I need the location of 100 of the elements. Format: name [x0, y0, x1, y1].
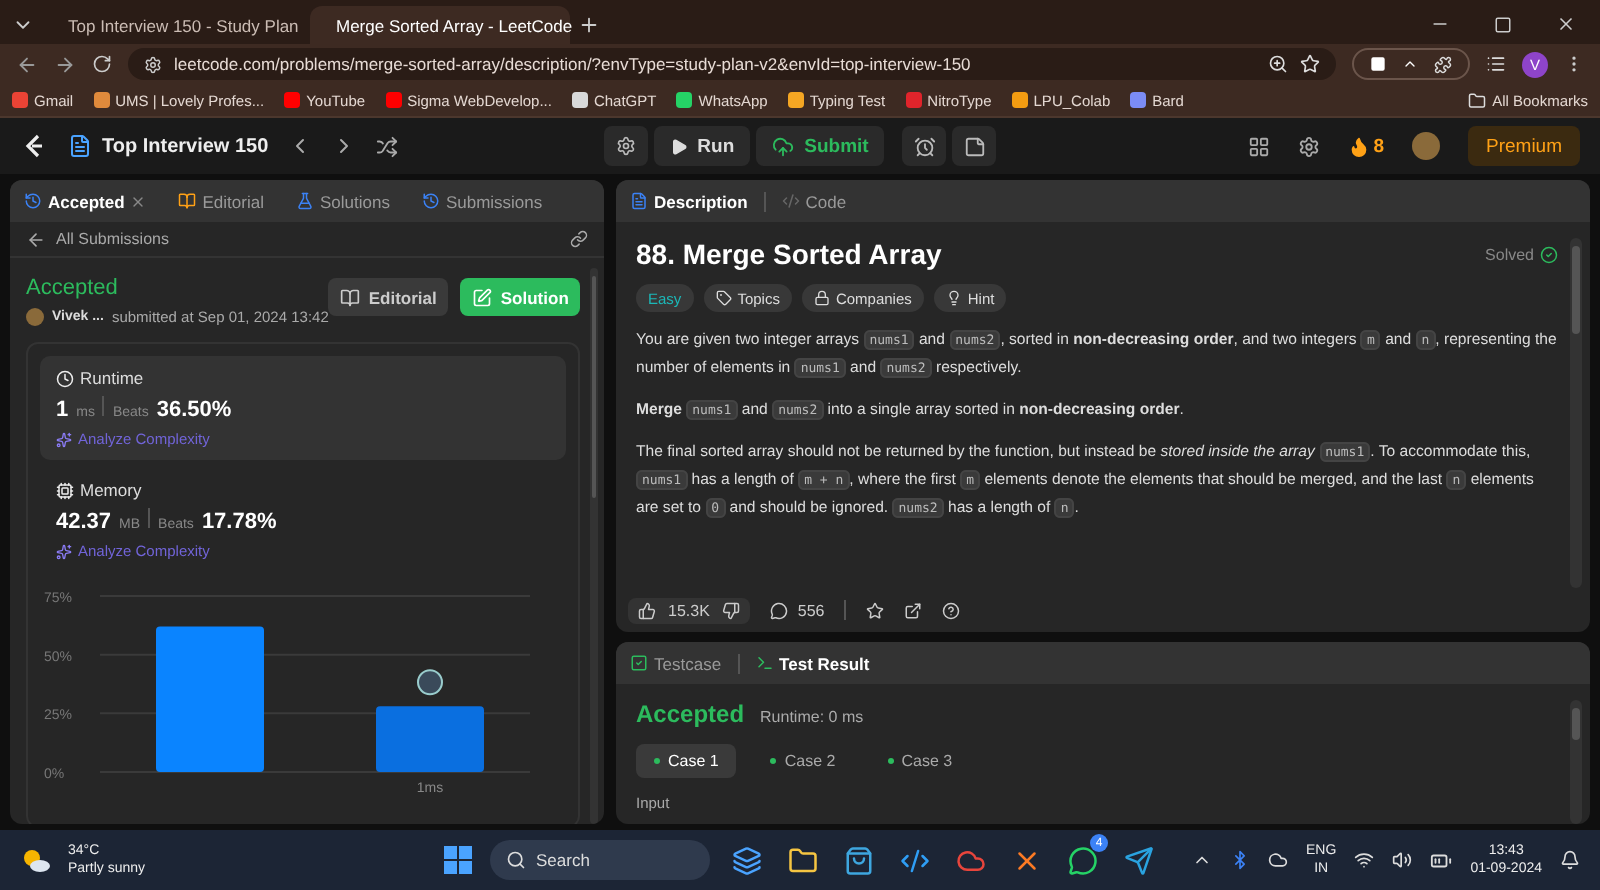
back-icon[interactable]: [16, 53, 38, 75]
problem-list-title[interactable]: Top Interview 150: [102, 135, 269, 157]
weather-icon[interactable]: [20, 846, 52, 874]
avatar-icon: [417, 669, 443, 696]
battery-icon[interactable]: [1430, 849, 1453, 871]
reading-list-icon[interactable]: [1486, 54, 1506, 74]
grid-icon[interactable]: [1247, 135, 1270, 157]
like-icon[interactable]: [638, 601, 656, 619]
zoom-icon[interactable]: [1268, 54, 1288, 74]
comment-icon[interactable]: [769, 601, 788, 619]
tab-icon: [178, 192, 197, 210]
scrollbar[interactable]: [1570, 700, 1582, 824]
run-button[interactable]: Run: [653, 126, 751, 166]
bell-icon[interactable]: [1560, 850, 1580, 870]
windows-start-icon[interactable]: [442, 844, 474, 876]
sparkles-icon: [56, 431, 72, 447]
notes-button[interactable]: [952, 126, 997, 166]
upload-icon: [772, 135, 795, 157]
panel-tab[interactable]: Code: [781, 191, 847, 211]
panel-tab[interactable]: Testcase: [630, 653, 722, 673]
browser-tab[interactable]: Top Interview 150 - Study Plan: [42, 6, 302, 44]
forward-icon[interactable]: [54, 53, 76, 75]
tab-icon: [781, 192, 800, 210]
timer-button[interactable]: [902, 126, 947, 166]
tab-icon: [421, 192, 440, 210]
dislike-icon[interactable]: [721, 601, 740, 619]
case-tab[interactable]: Case 1: [636, 744, 737, 778]
back-icon[interactable]: [26, 229, 46, 249]
play-icon: [669, 137, 688, 155]
search-icon: [506, 850, 526, 870]
tab-icon: [24, 192, 42, 210]
clock-icon: [56, 369, 74, 387]
result-status: Accepted: [636, 700, 745, 728]
editorial-button[interactable]: Editorial: [328, 278, 449, 316]
note-icon: [963, 135, 986, 157]
stat-value: 42.37: [56, 510, 112, 534]
case-tab[interactable]: Case 3: [869, 744, 971, 778]
tab-icon: [630, 192, 648, 210]
alarm-clock-icon: [913, 135, 936, 157]
wifi-icon[interactable]: [1354, 850, 1375, 870]
premium-button[interactable]: Premium: [1468, 126, 1581, 166]
app-icon: [1123, 845, 1153, 875]
panel-tab[interactable]: Description: [630, 191, 748, 211]
close-icon[interactable]: [1556, 14, 1576, 34]
chart-bar: [376, 706, 484, 772]
scrollbar[interactable]: [1570, 238, 1582, 588]
help-icon[interactable]: [942, 601, 961, 619]
list-icon[interactable]: [68, 134, 92, 158]
problem-title: 88. Merge Sorted Array: [636, 238, 942, 270]
submission-status: Accepted: [26, 276, 118, 300]
browser-tab[interactable]: Merge Sorted Array - LeetCode: [310, 6, 570, 44]
app-icon: [843, 845, 873, 875]
taskbar-search[interactable]: Search: [490, 840, 710, 880]
solved-status: Solved: [1485, 245, 1534, 263]
cloud-icon[interactable]: [1268, 850, 1289, 870]
app-icon: [787, 845, 817, 875]
panel-tab[interactable]: Test Result: [755, 653, 870, 673]
case-tab[interactable]: Case 2: [752, 744, 854, 778]
link-icon[interactable]: [570, 230, 588, 248]
maximize-icon[interactable]: [1494, 15, 1512, 33]
tab-icon: [295, 192, 314, 210]
app-icon: [955, 845, 985, 875]
all-submissions-link[interactable]: All Submissions: [56, 230, 169, 248]
bluetooth-icon[interactable]: [1230, 850, 1251, 870]
streak-counter[interactable]: 8: [1347, 135, 1384, 157]
app-icon: [899, 845, 929, 875]
debug-button[interactable]: [603, 126, 648, 166]
star-icon[interactable]: [866, 601, 885, 619]
avatar-icon[interactable]: [1412, 132, 1440, 160]
reload-icon[interactable]: [92, 54, 112, 74]
settings-icon[interactable]: [1297, 135, 1320, 157]
shuffle-icon[interactable]: [376, 135, 399, 157]
panel-tab[interactable]: Accepted: [24, 191, 147, 211]
pen-icon: [472, 287, 493, 307]
submit-button[interactable]: Submit: [756, 126, 885, 166]
chip-icon: [56, 481, 74, 499]
new-tab-icon[interactable]: [578, 14, 600, 36]
panel-tab[interactable]: Editorial: [178, 191, 264, 211]
book-icon: [340, 287, 361, 307]
panel-tab[interactable]: Submissions: [421, 191, 543, 211]
address-bar[interactable]: leetcode.com/problems/merge-sorted-array/description/?envType=study-plan-v2&envId=top-interview-150: [128, 48, 1336, 80]
beats-percent: 17.78%: [201, 510, 277, 534]
stat-label: Runtime: [80, 368, 144, 388]
app-icon: [1067, 845, 1097, 875]
result-runtime: Runtime: 0 ms: [760, 708, 864, 726]
bookmark-star-icon[interactable]: [1300, 54, 1320, 74]
share-icon[interactable]: [904, 601, 923, 619]
stat-label: Memory: [80, 480, 142, 500]
beats-percent: 36.50%: [156, 398, 232, 422]
avatar-icon: [26, 308, 44, 326]
tab-icon: [630, 654, 648, 672]
panel-tab[interactable]: Solutions: [295, 191, 390, 211]
sparkles-icon: [56, 543, 72, 559]
scrollbar[interactable]: [590, 268, 598, 824]
app-icon: [731, 845, 761, 875]
volume-icon[interactable]: [1392, 850, 1413, 870]
like-count: 15.3K: [668, 601, 710, 619]
puzzle-icon[interactable]: [1434, 55, 1452, 73]
gear-icon: [615, 136, 636, 156]
comment-count[interactable]: 556: [797, 601, 825, 619]
